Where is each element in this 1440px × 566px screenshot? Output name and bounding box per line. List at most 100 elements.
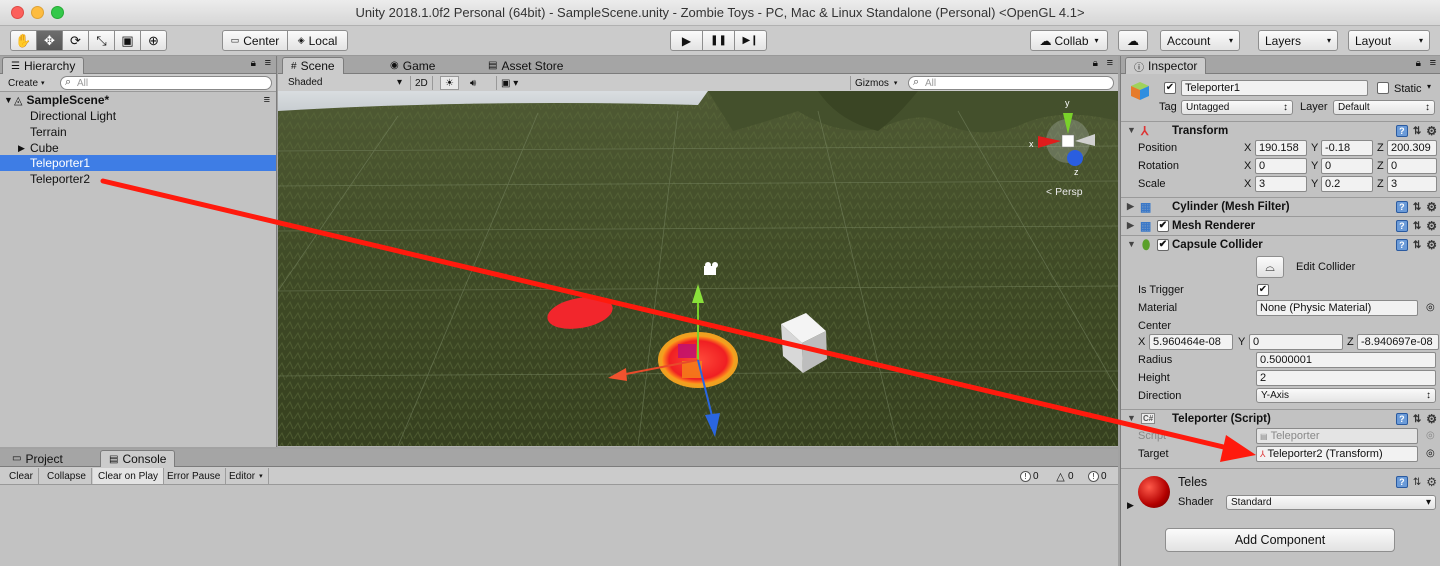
tab-game[interactable]: ◉ Game: [382, 57, 443, 74]
center-x-field[interactable]: 5.960464e-08: [1149, 334, 1233, 350]
active-checkbox[interactable]: ✔: [1164, 82, 1176, 94]
expand-arrow-icon[interactable]: ▼: [4, 95, 14, 105]
step-button[interactable]: ▶❙: [734, 30, 767, 51]
collapse-button[interactable]: Collapse: [42, 468, 92, 484]
rotate-tool-icon[interactable]: ⟳: [62, 30, 89, 51]
tab-project[interactable]: ▭ Project: [4, 450, 71, 467]
transform-tool-icon[interactable]: ⊕: [140, 30, 167, 51]
radius-field[interactable]: 0.5000001: [1256, 352, 1436, 368]
rotation-y-field[interactable]: 0: [1321, 158, 1373, 174]
capsule-collider-enabled-checkbox[interactable]: ✔: [1157, 239, 1169, 251]
gear-icon[interactable]: ⚙: [1426, 475, 1437, 489]
handle-plane-xy[interactable]: [678, 344, 696, 358]
draw-mode-dropdown[interactable]: Shaded ▾: [284, 75, 406, 90]
object-picker-icon[interactable]: ◎: [1426, 302, 1435, 313]
hierarchy-search-input[interactable]: All: [60, 76, 272, 90]
add-component-button[interactable]: Add Component: [1165, 528, 1395, 552]
scene-search-input[interactable]: All: [908, 76, 1114, 90]
transform-header[interactable]: ▼ ⅄ Transform ? ⇅ ⚙: [1121, 121, 1440, 140]
preset-sliders-icon[interactable]: ⇅: [1413, 221, 1421, 232]
hand-tool-icon[interactable]: ✋: [10, 30, 37, 51]
error-pause-button[interactable]: Error Pause: [162, 468, 227, 484]
scale-x-field[interactable]: 3: [1255, 176, 1307, 192]
layer-dropdown[interactable]: Default ↕: [1333, 100, 1435, 115]
object-picker-icon[interactable]: ◎: [1426, 448, 1435, 459]
play-button[interactable]: ▶: [670, 30, 703, 51]
help-book-icon[interactable]: ?: [1395, 125, 1408, 137]
gear-icon[interactable]: ⚙: [1426, 219, 1437, 233]
mesh-filter-header[interactable]: ▶ ▦ Cylinder (Mesh Filter) ? ⇅ ⚙: [1121, 197, 1440, 216]
mesh-renderer-header[interactable]: ▶ ▦ ✔ Mesh Renderer ? ⇅ ⚙: [1121, 216, 1440, 235]
height-field[interactable]: 2: [1256, 370, 1436, 386]
preset-sliders-icon[interactable]: ⇅: [1413, 126, 1421, 137]
tab-hierarchy[interactable]: ☰ Hierarchy: [2, 57, 85, 74]
gear-icon[interactable]: ⚙: [1426, 412, 1437, 426]
panel-menu-icon[interactable]: ≡: [1107, 57, 1113, 69]
tag-dropdown[interactable]: Untagged ↕: [1181, 100, 1293, 115]
preset-sliders-icon[interactable]: ⇅: [1413, 240, 1421, 251]
lock-icon[interactable]: 🔒︎: [1416, 58, 1421, 69]
lock-icon[interactable]: 🔒︎: [251, 58, 256, 69]
hierarchy-item-teleporter1[interactable]: Teleporter1: [0, 155, 276, 171]
clear-button[interactable]: Clear: [4, 468, 39, 484]
edit-collider-button[interactable]: ⌓: [1256, 256, 1284, 278]
hierarchy-item-terrain[interactable]: Terrain: [0, 124, 276, 140]
static-checkbox[interactable]: [1377, 82, 1389, 94]
lighting-toggle-icon[interactable]: ☀: [440, 76, 459, 90]
pause-button[interactable]: ❚❚: [702, 30, 735, 51]
help-book-icon[interactable]: ?: [1395, 220, 1408, 232]
info-count-toggle[interactable]: ! 0: [1020, 468, 1039, 484]
scene-root-row[interactable]: ▼ ◬ SampleScene* ≡: [0, 92, 276, 108]
scene-menu-icon[interactable]: ≡: [264, 94, 270, 106]
preset-sliders-icon[interactable]: ⇅: [1413, 202, 1421, 213]
panel-menu-icon[interactable]: ≡: [1430, 57, 1436, 69]
dropdown-arrow-icon[interactable]: ▾: [1427, 82, 1431, 91]
direction-dropdown[interactable]: Y-Axis ↕: [1256, 388, 1436, 403]
position-y-field[interactable]: -0.18: [1321, 140, 1373, 156]
rect-tool-icon[interactable]: ▣: [114, 30, 141, 51]
fold-arrow-icon[interactable]: ▼: [1127, 413, 1136, 423]
help-book-icon[interactable]: ?: [1395, 476, 1408, 488]
layers-dropdown[interactable]: Layers ▾: [1258, 30, 1338, 51]
gizmo-nav-z[interactable]: [1067, 150, 1083, 166]
pivot-center-button[interactable]: ▭ Center: [222, 30, 288, 51]
center-y-field[interactable]: 0: [1249, 334, 1343, 350]
gizmos-dropdown[interactable]: Gizmos ▾: [850, 76, 901, 90]
fold-arrow-icon[interactable]: ▶: [1127, 201, 1134, 212]
help-book-icon[interactable]: ?: [1395, 239, 1408, 251]
hierarchy-item-cube[interactable]: ▶ Cube: [0, 140, 276, 156]
gizmo-nav-center[interactable]: [1061, 134, 1075, 148]
move-tool-icon[interactable]: ✥: [36, 30, 63, 51]
error-count-toggle[interactable]: ! 0: [1088, 468, 1107, 484]
help-book-icon[interactable]: ?: [1395, 201, 1408, 213]
target-field[interactable]: ⅄ Teleporter2 (Transform): [1256, 446, 1418, 462]
hierarchy-item-directional-light[interactable]: Directional Light: [0, 108, 276, 124]
preset-sliders-icon[interactable]: ⇅: [1413, 477, 1421, 488]
position-x-field[interactable]: 190.158: [1255, 140, 1307, 156]
scale-y-field[interactable]: 0.2: [1321, 176, 1373, 192]
rotation-x-field[interactable]: 0: [1255, 158, 1307, 174]
physic-material-field[interactable]: None (Physic Material): [1256, 300, 1418, 316]
capsule-collider-header[interactable]: ▼ ⬮ ✔ Capsule Collider ? ⇅ ⚙: [1121, 235, 1440, 254]
warning-count-toggle[interactable]: △ 0: [1055, 468, 1073, 484]
help-book-icon[interactable]: ?: [1395, 413, 1408, 425]
toggle-2d-button[interactable]: 2D: [410, 76, 433, 90]
hierarchy-item-teleporter2[interactable]: Teleporter2: [0, 171, 276, 187]
console-log-area[interactable]: [0, 485, 1118, 566]
scale-z-field[interactable]: 3: [1387, 176, 1437, 192]
scale-tool-icon[interactable]: ⤡: [88, 30, 115, 51]
collab-dropdown[interactable]: ☁ Collab ▾: [1030, 30, 1108, 51]
fold-arrow-icon[interactable]: ▼: [1127, 125, 1136, 135]
fold-arrow-icon[interactable]: ▼: [1127, 239, 1136, 249]
position-z-field[interactable]: 200.309: [1387, 140, 1437, 156]
account-dropdown[interactable]: Account ▾: [1160, 30, 1240, 51]
shader-dropdown[interactable]: Standard ▾: [1226, 495, 1436, 510]
editor-dropdown[interactable]: Editor ▾: [224, 468, 269, 484]
layout-dropdown[interactable]: Layout ▾: [1348, 30, 1430, 51]
tab-inspector[interactable]: ⓘ Inspector: [1125, 57, 1207, 74]
preset-sliders-icon[interactable]: ⇅: [1413, 414, 1421, 425]
pivot-local-button[interactable]: ◈ Local: [287, 30, 348, 51]
gear-icon[interactable]: ⚙: [1426, 124, 1437, 138]
panel-menu-icon[interactable]: ≡: [265, 57, 271, 69]
teleporter-script-header[interactable]: ▼ C# Teleporter (Script) ? ⇅ ⚙: [1121, 409, 1440, 428]
